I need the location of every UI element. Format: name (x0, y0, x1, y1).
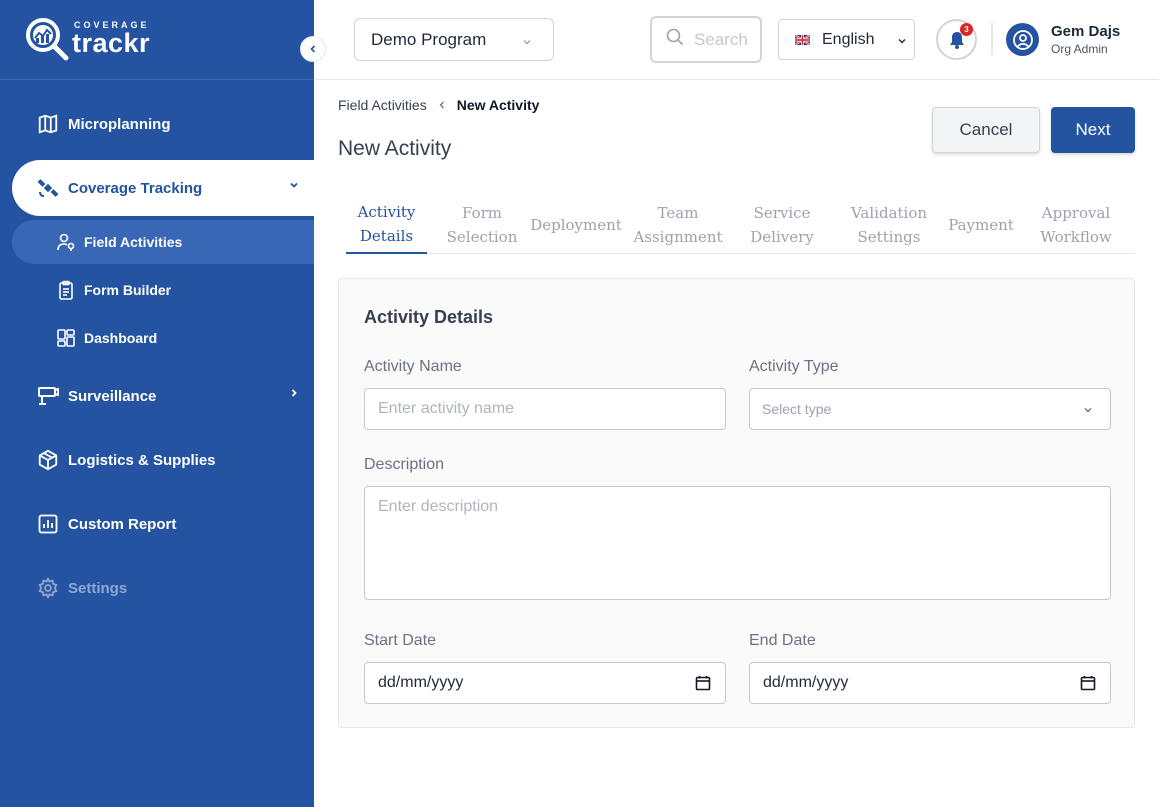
sidebar-item-label: Microplanning (68, 115, 171, 133)
sidebar-item-label: Logistics & Supplies (68, 451, 216, 469)
activity-type-placeholder: Select type (762, 401, 832, 417)
cancel-button[interactable]: Cancel (932, 107, 1040, 153)
chevron-down-icon (896, 34, 908, 52)
start-date-label: Start Date (364, 632, 437, 649)
sidebar-item-label: Settings (68, 579, 128, 597)
breadcrumb-field-activities[interactable]: Field Activities (338, 97, 427, 113)
sidebar-item-label: Surveillance (68, 387, 157, 405)
description-textarea[interactable] (364, 486, 1111, 600)
sidebar-subitem-dashboard[interactable]: Dashboard (12, 316, 314, 360)
avatar[interactable] (1006, 23, 1039, 56)
tab-team-assignment[interactable]: Team Assignment (628, 195, 728, 254)
tab-deployment[interactable]: Deployment (530, 195, 622, 254)
sidebar-item-custom-report[interactable]: Custom Report (12, 496, 314, 552)
tab-approval-workflow[interactable]: Approval Workflow (1034, 195, 1118, 254)
activity-name-input[interactable] (364, 388, 726, 430)
sidebar-item-label: Coverage Tracking (68, 179, 203, 197)
calendar-icon[interactable] (695, 675, 711, 696)
clipboard-icon (56, 280, 76, 300)
section-title: Activity Details (364, 307, 494, 327)
sidebar-item-settings[interactable]: Settings (12, 560, 314, 616)
user-location-icon (56, 232, 76, 252)
tab-payment[interactable]: Payment (944, 195, 1018, 254)
collapse-sidebar-button[interactable] (300, 36, 326, 62)
uk-flag-icon (795, 34, 810, 45)
notification-badge: 3 (960, 23, 973, 36)
sidebar-item-microplanning[interactable]: Microplanning (12, 96, 314, 152)
description-label: Description (364, 456, 445, 473)
sidebar-subitem-label: Field Activities (84, 234, 183, 250)
sidebar-item-surveillance[interactable]: Surveillance (12, 368, 314, 424)
chevron-down-icon (521, 33, 533, 53)
sidebar: COVERAGE trackr Microplanning Coverage T… (0, 0, 314, 807)
end-date-value: dd/mm/yyyy (763, 674, 849, 691)
language-value: English (822, 30, 875, 48)
program-select-value: Demo Program (371, 29, 487, 49)
satellite-icon (36, 176, 60, 200)
activity-name-label: Activity Name (364, 358, 462, 375)
sidebar-item-label: Custom Report (68, 515, 177, 533)
breadcrumb-current: New Activity (456, 97, 540, 113)
tab-form-selection[interactable]: Form Selection (438, 195, 526, 254)
user-name[interactable]: Gem Dajs (1051, 23, 1120, 40)
tab-validation-settings[interactable]: Validation Settings (842, 195, 936, 254)
sidebar-item-logistics-supplies[interactable]: Logistics & Supplies (12, 432, 314, 488)
calendar-icon[interactable] (1080, 675, 1096, 696)
step-tabs: Activity Details Form Selection Deployme… (346, 195, 1135, 254)
top-header: Demo Program English 3 Gem Daj (314, 0, 1159, 80)
chevron-left-icon (310, 45, 316, 53)
app-logo[interactable]: COVERAGE trackr (24, 14, 164, 64)
program-select[interactable]: Demo Program (354, 18, 554, 61)
surveillance-icon (36, 384, 60, 408)
tab-activity-details[interactable]: Activity Details (346, 195, 427, 254)
chevron-down-icon (288, 178, 300, 195)
chart-icon (36, 512, 60, 536)
header-divider (991, 23, 993, 55)
language-select[interactable]: English (778, 19, 915, 60)
user-role: Org Admin (1051, 42, 1108, 56)
sidebar-subitem-label: Dashboard (84, 330, 158, 346)
activity-type-label: Activity Type (749, 358, 839, 375)
package-icon (36, 448, 60, 472)
search-icon (666, 28, 684, 51)
activity-details-card: Activity Details Activity Name Activity … (338, 278, 1135, 728)
search-input[interactable] (694, 29, 754, 50)
sidebar-divider (0, 79, 314, 80)
chevron-right-icon (288, 386, 300, 403)
start-date-value: dd/mm/yyyy (378, 674, 464, 691)
tab-service-delivery[interactable]: Service Delivery (738, 195, 826, 254)
gear-icon (36, 576, 60, 600)
logo-magnifier-icon (26, 18, 69, 61)
sidebar-subitem-form-builder[interactable]: Form Builder (12, 268, 314, 312)
logo-text: trackr (72, 28, 151, 58)
user-circle-icon (1012, 29, 1033, 50)
end-date-input[interactable]: dd/mm/yyyy (749, 662, 1111, 704)
sidebar-subitem-field-activities[interactable]: Field Activities (12, 220, 314, 264)
notifications-button[interactable]: 3 (936, 19, 977, 60)
chevron-down-icon (1082, 403, 1094, 419)
breadcrumb: Field Activities New Activity (338, 97, 539, 113)
activity-type-select[interactable]: Select type (749, 388, 1111, 430)
start-date-input[interactable]: dd/mm/yyyy (364, 662, 726, 704)
sidebar-subitem-label: Form Builder (84, 282, 172, 298)
end-date-label: End Date (749, 632, 816, 649)
next-button[interactable]: Next (1051, 107, 1135, 153)
sidebar-item-coverage-tracking[interactable]: Coverage Tracking (12, 160, 314, 216)
map-icon (36, 112, 60, 136)
dashboard-icon (56, 328, 76, 348)
search-box (650, 16, 762, 63)
chevron-left-icon (437, 97, 447, 113)
page-title: New Activity (338, 137, 452, 160)
